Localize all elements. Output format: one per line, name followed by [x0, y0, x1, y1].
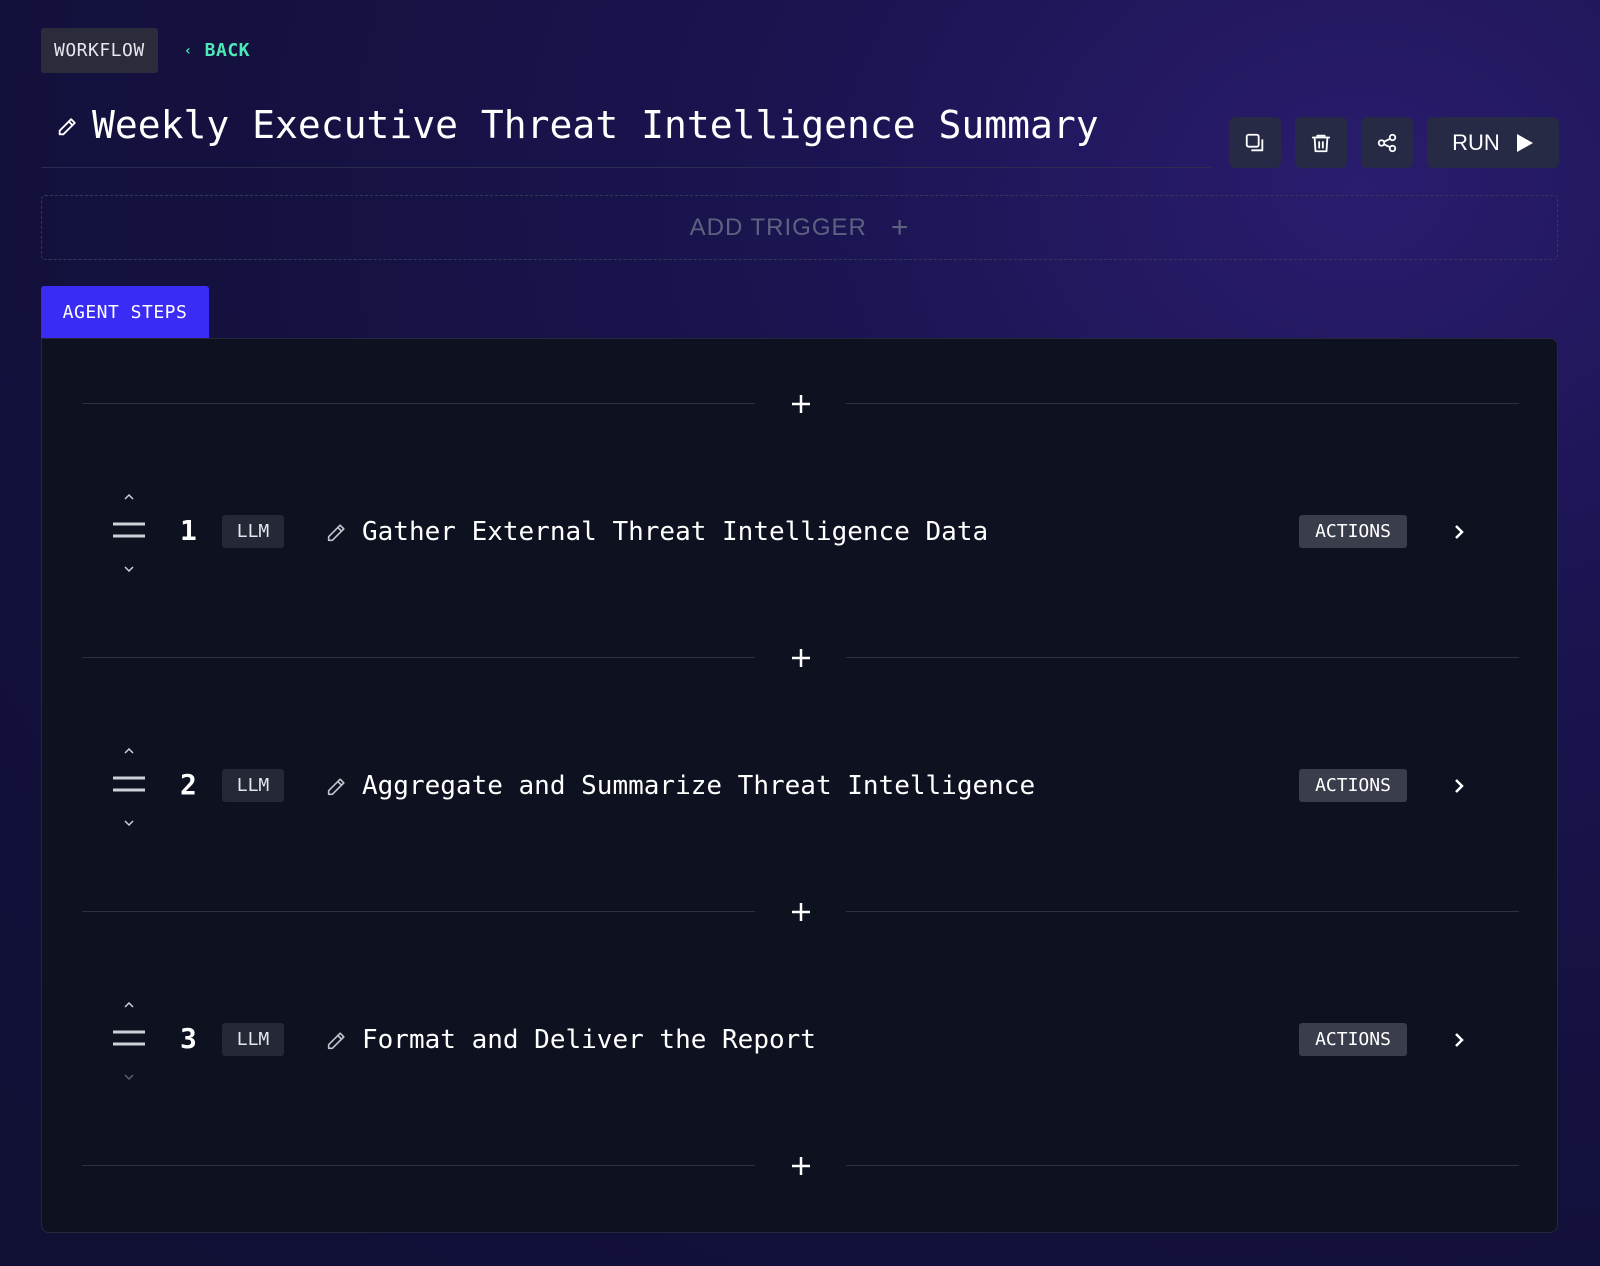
divider-line — [846, 403, 1519, 404]
chevron-right-icon[interactable] — [1448, 521, 1470, 543]
add-step-button[interactable] — [786, 897, 816, 927]
actions-button[interactable]: ACTIONS — [1299, 769, 1407, 802]
move-down-button[interactable] — [112, 1067, 146, 1087]
add-step-button[interactable] — [786, 1151, 816, 1181]
add-trigger-label: ADD TRIGGER — [689, 213, 867, 241]
plus-icon: + — [890, 210, 910, 244]
plus-icon — [792, 1157, 810, 1175]
step-type-badge: LLM — [222, 515, 284, 548]
workflow-title-row: Weekly Executive Threat Intelligence Sum… — [41, 103, 1212, 168]
workflow-tag: WORKFLOW — [41, 28, 158, 73]
divider-line — [82, 657, 755, 658]
step-divider — [82, 897, 1519, 927]
step-row: 1 LLM Gather External Threat Intelligenc… — [42, 487, 1559, 597]
actions-button[interactable]: ACTIONS — [1299, 515, 1407, 548]
pencil-icon[interactable] — [325, 522, 347, 544]
drag-handle-icon[interactable] — [112, 1028, 146, 1048]
chevron-up-icon — [124, 1002, 134, 1008]
share-icon — [1377, 133, 1397, 152]
move-down-button[interactable] — [112, 813, 146, 833]
plus-icon — [792, 395, 810, 413]
step-title[interactable]: Gather External Threat Intelligence Data — [362, 515, 988, 549]
step-title[interactable]: Aggregate and Summarize Threat Intellige… — [362, 769, 1035, 803]
chevron-down-icon — [124, 820, 134, 826]
chevron-down-icon — [124, 566, 134, 572]
step-number: 1 — [180, 514, 197, 547]
pencil-icon[interactable] — [56, 116, 78, 138]
step-number: 2 — [180, 768, 197, 801]
divider-line — [846, 911, 1519, 912]
drag-handle-icon[interactable] — [112, 520, 146, 540]
divider-line — [846, 657, 1519, 658]
chevron-up-icon — [124, 494, 134, 500]
step-divider — [82, 643, 1519, 673]
back-link[interactable]: ‹ BACK — [184, 40, 250, 61]
divider-line — [82, 403, 755, 404]
tab-agent-steps[interactable]: AGENT STEPS — [41, 286, 209, 338]
chevron-left-icon: ‹ — [183, 42, 193, 59]
step-divider — [82, 1151, 1519, 1181]
step-number: 3 — [180, 1022, 197, 1055]
back-label: BACK — [204, 40, 250, 61]
add-step-button[interactable] — [786, 389, 816, 419]
divider-line — [82, 911, 755, 912]
top-bar: WORKFLOW ‹ BACK — [41, 28, 250, 73]
workflow-toolbar: RUN — [1229, 117, 1559, 168]
add-step-button[interactable] — [786, 643, 816, 673]
move-up-button[interactable] — [112, 995, 146, 1015]
move-down-button[interactable] — [112, 559, 146, 579]
workflow-title[interactable]: Weekly Executive Threat Intelligence Sum… — [92, 103, 1099, 147]
chevron-right-icon[interactable] — [1448, 1029, 1470, 1051]
step-row: 2 LLM Aggregate and Summarize Threat Int… — [42, 741, 1559, 851]
agent-steps-panel: 1 LLM Gather External Threat Intelligenc… — [41, 338, 1558, 1233]
reorder-controls — [112, 741, 146, 851]
drag-handle-icon[interactable] — [112, 774, 146, 794]
play-icon — [1516, 133, 1533, 152]
step-divider — [82, 389, 1519, 419]
plus-icon — [792, 649, 810, 667]
run-label: RUN — [1452, 129, 1500, 155]
reorder-controls — [112, 487, 146, 597]
step-type-badge: LLM — [222, 769, 284, 802]
trash-icon — [1311, 134, 1331, 152]
delete-button[interactable] — [1295, 117, 1347, 168]
duplicate-button[interactable] — [1229, 117, 1281, 168]
step-type-badge: LLM — [222, 1023, 284, 1056]
chevron-down-icon — [124, 1074, 134, 1080]
run-button[interactable]: RUN — [1427, 117, 1559, 168]
divider-line — [82, 1165, 755, 1166]
plus-icon — [792, 903, 810, 921]
step-row: 3 LLM Format and Deliver the Report ACTI… — [42, 995, 1559, 1105]
add-trigger-button[interactable]: ADD TRIGGER + — [41, 195, 1558, 260]
chevron-up-icon — [124, 748, 134, 754]
chevron-right-icon[interactable] — [1448, 775, 1470, 797]
share-button[interactable] — [1361, 117, 1413, 168]
move-up-button[interactable] — [112, 487, 146, 507]
divider-line — [846, 1165, 1519, 1166]
pencil-icon[interactable] — [325, 776, 347, 798]
pencil-icon[interactable] — [325, 1030, 347, 1052]
reorder-controls — [112, 995, 146, 1105]
step-title[interactable]: Format and Deliver the Report — [362, 1023, 816, 1057]
move-up-button[interactable] — [112, 741, 146, 761]
duplicate-icon — [1245, 133, 1264, 151]
actions-button[interactable]: ACTIONS — [1299, 1023, 1407, 1056]
